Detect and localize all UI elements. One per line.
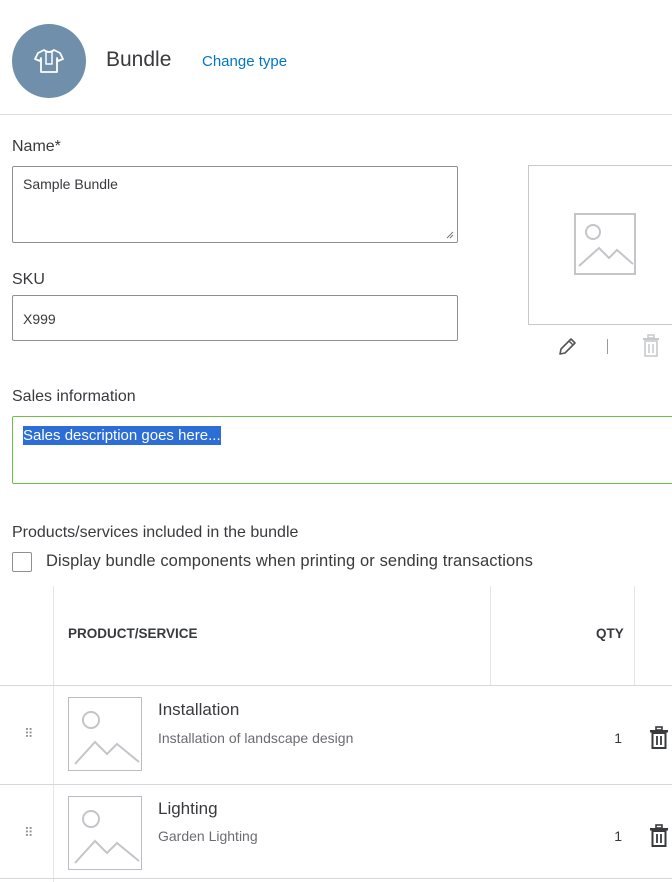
product-thumbnail <box>68 796 142 870</box>
trash-icon[interactable] <box>648 824 670 848</box>
tshirt-icon <box>34 49 64 73</box>
bundle-type-icon <box>12 24 86 98</box>
sales-info-label: Sales information <box>12 388 136 405</box>
product-qty[interactable]: 1 <box>602 828 622 844</box>
table-column-divider <box>490 586 491 686</box>
image-upload-box[interactable] <box>528 165 672 325</box>
sales-description-value: Sales description goes here... <box>23 426 221 445</box>
resize-grip-icon[interactable] <box>446 231 454 239</box>
sku-field[interactable]: X999 <box>12 295 458 341</box>
product-description: Garden Lighting <box>158 828 258 844</box>
pencil-icon[interactable] <box>556 336 578 358</box>
name-field[interactable]: Sample Bundle <box>12 166 458 243</box>
display-components-checkbox[interactable] <box>12 552 32 572</box>
change-type-link[interactable]: Change type <box>202 53 287 70</box>
table-column-divider <box>53 586 54 882</box>
product-name: Lighting <box>158 799 218 818</box>
image-actions-separator <box>607 339 608 354</box>
name-value: Sample Bundle <box>23 176 118 192</box>
image-placeholder-icon <box>74 810 140 864</box>
bundle-products-label: Products/services included in the bundle <box>12 524 299 541</box>
row-divider <box>0 685 672 686</box>
product-thumbnail <box>68 697 142 771</box>
sales-description-field[interactable]: Sales description goes here... <box>12 416 672 484</box>
bundle-items-table: PRODUCT/SERVICE QTY ⠿ Installation Insta… <box>0 586 672 882</box>
row-divider <box>0 878 672 879</box>
table-column-divider <box>634 586 635 686</box>
sku-value: X999 <box>23 311 56 327</box>
item-type-title: Bundle <box>106 48 172 71</box>
name-label: Name* <box>12 138 61 155</box>
trash-icon[interactable] <box>648 726 670 750</box>
trash-icon[interactable] <box>640 334 662 358</box>
display-components-label[interactable]: Display bundle components when printing … <box>46 552 533 571</box>
column-header-qty: QTY <box>596 626 624 641</box>
product-description: Installation of landscape design <box>158 730 354 746</box>
image-placeholder-icon <box>74 711 140 765</box>
column-header-product: PRODUCT/SERVICE <box>68 626 198 641</box>
product-qty[interactable]: 1 <box>602 730 622 746</box>
image-placeholder-icon <box>574 213 636 275</box>
product-name: Installation <box>158 700 240 719</box>
drag-handle-icon[interactable]: ⠿ <box>24 825 33 841</box>
header-divider <box>0 114 672 115</box>
sku-label: SKU <box>12 271 45 288</box>
row-divider <box>0 784 672 785</box>
drag-handle-icon[interactable]: ⠿ <box>24 726 33 742</box>
